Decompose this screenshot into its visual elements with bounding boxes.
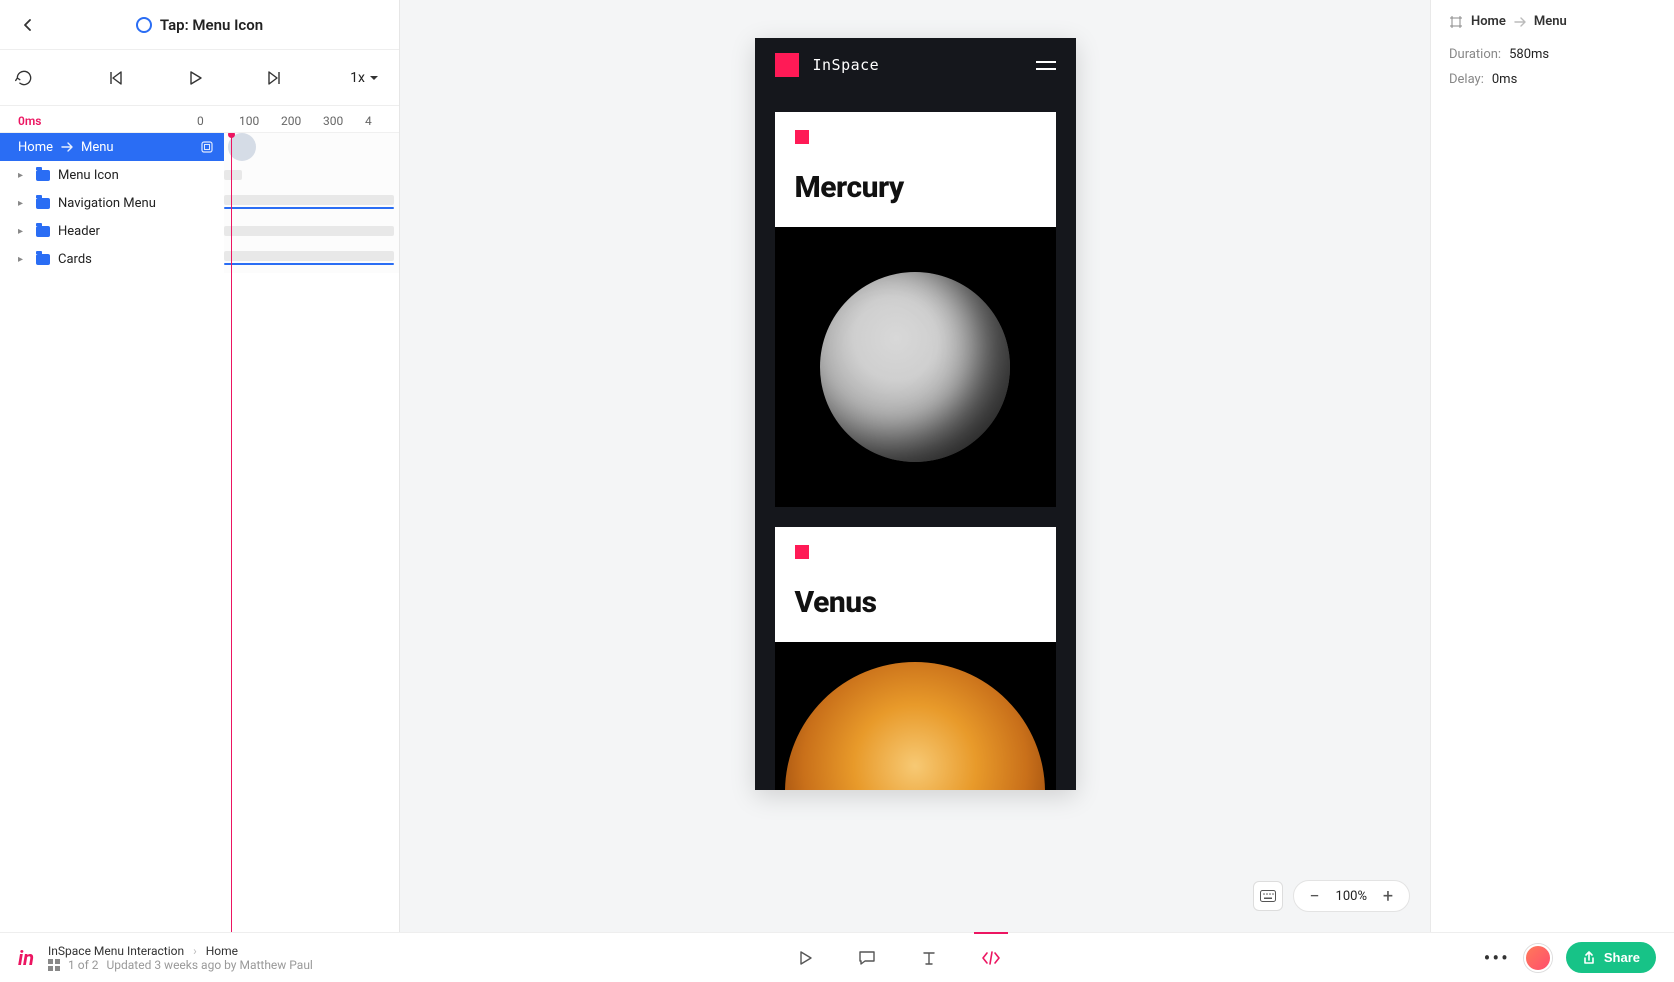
expand-caret-icon[interactable]: ▸	[18, 254, 28, 265]
loop-button[interactable]	[8, 62, 40, 94]
project-name[interactable]: InSpace Menu Interaction	[48, 944, 184, 958]
device-preview: InSpace Mercury	[755, 38, 1076, 790]
timeline-layer-row[interactable]: ▸ Cards	[0, 245, 399, 273]
keyboard-shortcuts-button[interactable]	[1253, 881, 1283, 911]
breadcrumb[interactable]: InSpace Menu Interaction › Home	[48, 944, 313, 958]
page-counter: 1 of 2	[68, 958, 98, 972]
zoom-in-button[interactable]: +	[1377, 885, 1399, 907]
play-mode-button[interactable]	[794, 947, 816, 969]
playhead-line[interactable]	[231, 133, 232, 932]
share-label: Share	[1604, 950, 1640, 965]
text-mode-button[interactable]	[918, 947, 940, 969]
property-delay: Delay: 0ms	[1449, 72, 1656, 87]
menu-icon[interactable]	[1036, 61, 1056, 70]
arrow-right-icon	[61, 142, 73, 152]
timeline-bar[interactable]	[224, 251, 394, 261]
layer-name: Cards	[58, 252, 92, 267]
ruler-tick: 4	[365, 114, 399, 128]
comment-mode-button[interactable]	[856, 947, 878, 969]
timeline-bar[interactable]	[224, 195, 394, 205]
share-icon	[1582, 951, 1596, 965]
arrow-right-icon	[1514, 17, 1526, 27]
timeline-transition-row[interactable]: Home Menu	[0, 133, 399, 161]
playback-speed-value: 1x	[350, 70, 365, 86]
ruler-tick: 200	[281, 114, 315, 128]
back-button[interactable]	[16, 13, 40, 37]
timeline-layer-row[interactable]: ▸ Menu Icon	[0, 161, 399, 189]
footer-bar: in InSpace Menu Interaction › Home 1 of …	[0, 932, 1674, 982]
timeline-bar[interactable]	[224, 226, 394, 236]
zoom-control: − 100% +	[1293, 880, 1410, 912]
property-value: 580ms	[1509, 47, 1549, 62]
updated-text: Updated 3 weeks ago by Matthew Paul	[106, 958, 312, 972]
user-avatar[interactable]	[1524, 944, 1552, 972]
invision-logo[interactable]: in	[18, 946, 34, 970]
grid-icon[interactable]	[48, 959, 60, 971]
more-menu-button[interactable]: •••	[1484, 946, 1510, 970]
page-title-text: Tap: Menu Icon	[160, 16, 263, 34]
layer-name: Menu Icon	[58, 168, 119, 183]
artboard-icon	[1449, 15, 1463, 29]
timeline-current-time: 0ms	[0, 114, 197, 128]
page-title: Tap: Menu Icon	[40, 16, 359, 34]
zoom-out-button[interactable]: −	[1304, 885, 1326, 907]
card-accent-icon	[795, 130, 809, 144]
brand-name: InSpace	[813, 56, 880, 74]
property-label: Delay:	[1449, 72, 1484, 87]
timeline-bar[interactable]	[224, 263, 394, 265]
ruler-tick: 0	[197, 114, 231, 128]
artboard-icon	[200, 140, 214, 154]
transition-to: Menu	[81, 140, 114, 155]
property-duration: Duration: 580ms	[1449, 47, 1656, 62]
expand-caret-icon[interactable]: ▸	[18, 226, 28, 237]
app-header: InSpace	[755, 38, 1076, 92]
screen-name[interactable]: Home	[206, 944, 238, 958]
skip-back-button[interactable]	[99, 62, 131, 94]
share-button[interactable]: Share	[1566, 942, 1656, 973]
planet-venus-image	[785, 662, 1045, 790]
brand-logo	[775, 53, 799, 77]
play-button[interactable]	[179, 62, 211, 94]
chevron-down-icon	[369, 73, 379, 83]
canvas[interactable]: InSpace Mercury	[400, 0, 1430, 932]
card-image	[775, 642, 1056, 790]
property-value: 0ms	[1492, 72, 1517, 87]
code-mode-button[interactable]	[980, 947, 1002, 969]
folder-icon	[36, 254, 50, 265]
timeline-layer-row[interactable]: ▸ Navigation Menu	[0, 189, 399, 217]
card-title: Mercury	[795, 170, 1036, 205]
timeline-panel: Tap: Menu Icon	[0, 0, 400, 932]
timeline-layer-row[interactable]: ▸ Header	[0, 217, 399, 245]
card-mercury[interactable]: Mercury	[775, 112, 1056, 507]
playback-speed-dropdown[interactable]: 1x	[350, 70, 389, 86]
folder-icon	[36, 198, 50, 209]
skip-forward-button[interactable]	[259, 62, 291, 94]
layer-name: Navigation Menu	[58, 196, 156, 211]
property-label: Duration:	[1449, 47, 1501, 62]
ruler-tick: 100	[239, 114, 273, 128]
card-venus[interactable]: Venus	[775, 527, 1056, 790]
timeline-bar[interactable]	[224, 170, 242, 180]
zoom-value: 100%	[1336, 889, 1367, 904]
inspector-breadcrumb: Home Menu	[1449, 14, 1656, 29]
card-title: Venus	[795, 585, 1036, 620]
ruler-tick: 300	[323, 114, 357, 128]
interaction-type-icon	[136, 17, 152, 33]
timeline-ruler[interactable]: 0 100 200 300 4	[197, 114, 399, 128]
expand-caret-icon[interactable]: ▸	[18, 170, 28, 181]
folder-icon	[36, 226, 50, 237]
timeline-bar[interactable]	[224, 207, 394, 209]
card-accent-icon	[795, 545, 809, 559]
layer-name: Header	[58, 224, 100, 239]
transition-from: Home	[18, 140, 53, 155]
breadcrumb-to: Menu	[1534, 14, 1567, 29]
folder-icon	[36, 170, 50, 181]
breadcrumb-from: Home	[1471, 14, 1506, 29]
planet-mercury-image	[820, 272, 1010, 462]
inspector-panel: Home Menu Duration: 580ms Delay: 0ms	[1430, 0, 1674, 932]
card-image	[775, 227, 1056, 507]
expand-caret-icon[interactable]: ▸	[18, 198, 28, 209]
